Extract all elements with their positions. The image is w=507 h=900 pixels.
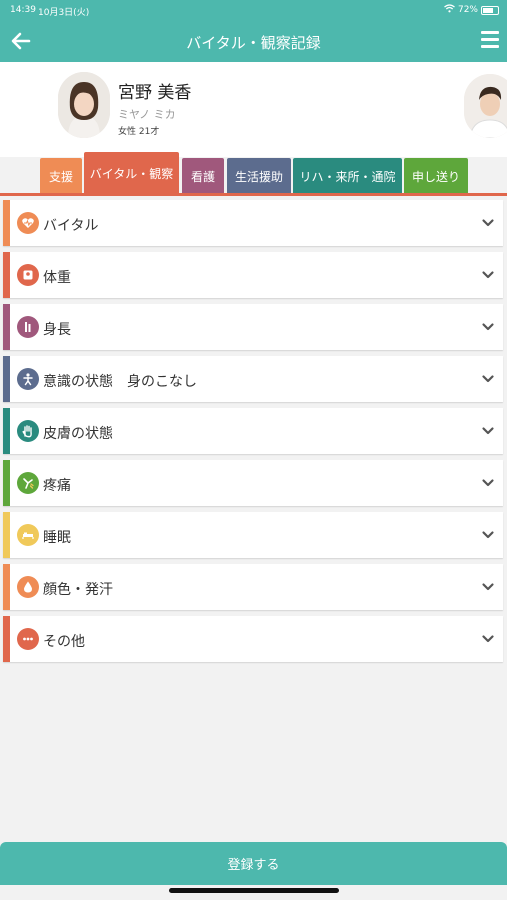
chevron-down-icon (482, 271, 494, 279)
bed-icon (17, 524, 39, 546)
row-color-bar (3, 616, 10, 662)
register-button[interactable]: 登録する (0, 842, 507, 885)
chevron-down-icon (482, 531, 494, 539)
pain-icon (17, 472, 39, 494)
row-sleep[interactable]: 睡眠 (3, 512, 503, 558)
row-skin[interactable]: 皮膚の状態 (3, 408, 503, 454)
more-icon (17, 628, 39, 650)
scale-icon (17, 264, 39, 286)
chevron-down-icon (482, 375, 494, 383)
row-vital[interactable]: バイタル (3, 200, 503, 246)
status-time: 14:39 (10, 5, 36, 15)
person-icon (17, 368, 39, 390)
tab-rehab-visit[interactable]: リハ・来所・通院 (293, 158, 402, 194)
row-color-bar (3, 512, 10, 558)
row-other[interactable]: その他 (3, 616, 503, 662)
tab-nursing[interactable]: 看護 (182, 158, 224, 194)
status-date: 10月3日(火) (38, 8, 90, 18)
status-right: 72% (444, 4, 499, 16)
row-pain[interactable]: 疼痛 (3, 460, 503, 506)
row-label: 体重 (43, 270, 71, 286)
row-height[interactable]: 身長 (3, 304, 503, 350)
row-color-bar (3, 564, 10, 610)
height-icon (17, 316, 39, 338)
row-consciousness[interactable]: 意識の状態 身のこなし (3, 356, 503, 402)
patient-kana: ミヤノ ミカ (118, 108, 176, 121)
wifi-icon (444, 4, 455, 16)
row-color-bar (3, 408, 10, 454)
row-color-bar (3, 460, 10, 506)
row-label: 皮膚の状態 (43, 426, 113, 442)
nav-bar: バイタル・観察記録 (0, 20, 507, 62)
tab-vital-observation[interactable]: バイタル・観察 (84, 152, 179, 194)
row-label: その他 (43, 634, 85, 650)
heart-icon (17, 212, 39, 234)
row-label: 疼痛 (43, 478, 71, 494)
chevron-down-icon (482, 427, 494, 435)
profile-card: 宮野 美香 ミヤノ ミカ 女性 21才 (0, 62, 507, 157)
row-label: 睡眠 (43, 530, 71, 546)
patient-name: 宮野 美香 (118, 83, 192, 103)
chevron-down-icon (482, 479, 494, 487)
tab-handover[interactable]: 申し送り (404, 158, 468, 194)
chevron-down-icon (482, 635, 494, 643)
drop-icon (17, 576, 39, 598)
tab-underline (0, 193, 507, 196)
tab-support[interactable]: 支援 (40, 158, 82, 194)
row-color-bar (3, 252, 10, 298)
row-label: 意識の状態 身のこなし (43, 374, 197, 390)
row-label: 身長 (43, 322, 71, 338)
row-color-bar (3, 356, 10, 402)
row-complexion[interactable]: 顔色・発汗 (3, 564, 503, 610)
status-bar: 14:39 10月3日(火) 72% (0, 0, 507, 20)
menu-button[interactable] (481, 28, 499, 52)
avatar[interactable] (58, 72, 110, 138)
chevron-down-icon (482, 583, 494, 591)
home-indicator (169, 888, 339, 893)
hamburger-icon (481, 31, 499, 34)
row-label: 顔色・発汗 (43, 582, 113, 598)
patient-meta: 女性 21才 (118, 127, 160, 137)
battery-percent: 72% (457, 5, 478, 15)
chevron-down-icon (482, 323, 494, 331)
row-color-bar (3, 304, 10, 350)
row-color-bar (3, 200, 10, 246)
row-weight[interactable]: 体重 (3, 252, 503, 298)
battery-icon (481, 5, 499, 15)
page-title: バイタル・観察記録 (186, 34, 321, 52)
staff-avatar[interactable] (464, 74, 507, 138)
chevron-down-icon (482, 219, 494, 227)
category-tabs: 支援 バイタル・観察 看護 生活援助 リハ・来所・通院 申し送り (0, 152, 507, 196)
tab-life-support[interactable]: 生活援助 (227, 158, 291, 194)
hand-icon (17, 420, 39, 442)
row-label: バイタル (43, 218, 99, 234)
